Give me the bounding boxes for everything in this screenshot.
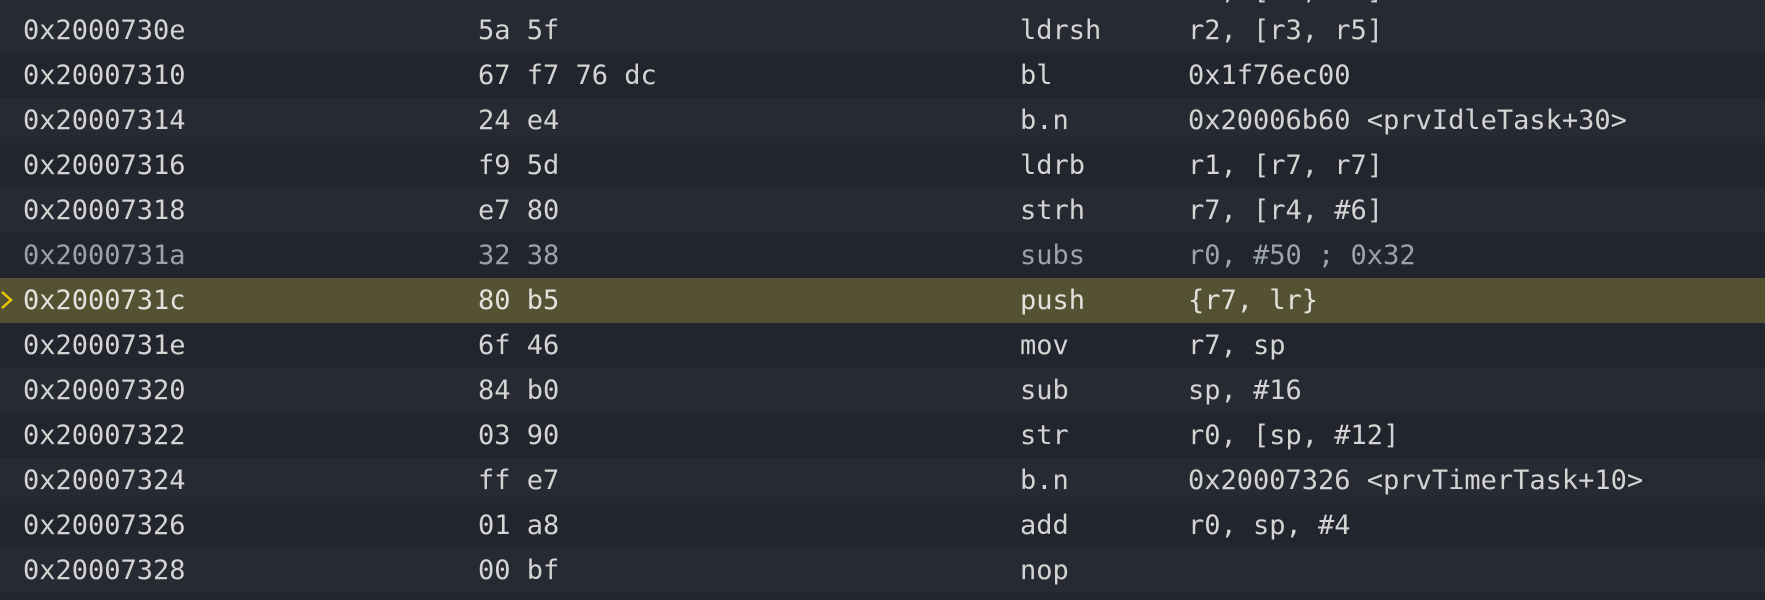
instruction-mnemonic: b.n [1020, 105, 1069, 136]
instruction-bytes: 03 90 [478, 420, 560, 451]
instruction-address: 0x20007328 [23, 555, 186, 586]
instruction-operands: sp, #16 [1188, 375, 1302, 406]
instruction-address: 0x20007318 [23, 195, 186, 226]
instruction-address: 0x2000730e [23, 15, 186, 46]
instruction-operands: 0x1f76ec00 [1188, 60, 1351, 91]
instruction-mnemonic: bl [1020, 60, 1053, 91]
instruction-bytes: 80 b5 [478, 285, 560, 316]
instruction-operands: r7, sp [1188, 330, 1286, 361]
disassembly-rows: 0x2000730e 5a 5f ldrsh r2, [r3, r5] 0x20… [0, 8, 1765, 593]
instruction-bytes: e7 80 [478, 195, 560, 226]
instruction-bytes: 84 b0 [478, 375, 560, 406]
disassembly-row[interactable]: 0x20007322 03 90 str r0, [sp, #12] [0, 413, 1765, 458]
instruction-operands: r0, [sp, #12] [1188, 420, 1400, 451]
instruction-bytes: 24 e4 [478, 105, 560, 136]
instruction-address: 0x20007316 [23, 150, 186, 181]
clipped-row-fragment: r2, [r3, r4] [0, 0, 1765, 8]
instruction-bytes: 00 bf [478, 555, 560, 586]
instruction-mnemonic: ldrsh [1020, 15, 1102, 46]
instruction-mnemonic: sub [1020, 375, 1069, 406]
instruction-address: 0x2000731c [23, 285, 186, 316]
instruction-address: 0x20007322 [23, 420, 186, 451]
disassembly-row[interactable]: 0x20007314 24 e4 b.n 0x20006b60 <prvIdle… [0, 98, 1765, 143]
chevron-right-icon [1, 291, 13, 309]
instruction-address: 0x20007310 [23, 60, 186, 91]
instruction-operands: r0, #50 ; 0x32 [1188, 240, 1416, 271]
instruction-bytes: 32 38 [478, 240, 560, 271]
disassembly-row[interactable]: 0x2000730e 5a 5f ldrsh r2, [r3, r5] [0, 8, 1765, 53]
instruction-address: 0x20007324 [23, 465, 186, 496]
instruction-mnemonic: push [1020, 285, 1086, 316]
instruction-mnemonic: add [1020, 510, 1069, 541]
instruction-operands: 0x20007326 <prvTimerTask+10> [1188, 465, 1644, 496]
instruction-address: 0x20007314 [23, 105, 186, 136]
instruction-mnemonic: nop [1020, 555, 1069, 586]
instruction-operands: 0x20006b60 <prvIdleTask+30> [1188, 105, 1627, 136]
instruction-operands: r0, sp, #4 [1188, 510, 1351, 541]
disassembly-row[interactable]: 0x20007320 84 b0 sub sp, #16 [0, 368, 1765, 413]
instruction-operands: {r7, lr} [1188, 285, 1319, 316]
instruction-bytes: 67 f7 76 dc [478, 60, 657, 91]
disassembly-row[interactable]: 0x2000731e 6f 46 mov r7, sp [0, 323, 1765, 368]
disassembly-row[interactable]: 0x20007310 67 f7 76 dc bl 0x1f76ec00 [0, 53, 1765, 98]
instruction-mnemonic: mov [1020, 330, 1069, 361]
current-instruction-row[interactable]: 0x2000731c 80 b5 push {r7, lr} [0, 278, 1765, 323]
disassembly-row[interactable]: 0x20007328 00 bf nop [0, 548, 1765, 593]
instruction-bytes: 6f 46 [478, 330, 560, 361]
instruction-operands: r2, [r3, r5] [1188, 15, 1384, 46]
disassembly-row[interactable]: 0x2000731a 32 38 subs r0, #50 ; 0x32 [0, 233, 1765, 278]
disassembly-row[interactable]: 0x20007318 e7 80 strh r7, [r4, #6] [0, 188, 1765, 233]
instruction-operands: r1, [r7, r7] [1188, 150, 1384, 181]
instruction-address: 0x20007326 [23, 510, 186, 541]
instruction-bytes: 5a 5f [478, 15, 560, 46]
instruction-address: 0x2000731a [23, 240, 186, 271]
instruction-mnemonic: ldrb [1020, 150, 1086, 181]
instruction-mnemonic: str [1020, 420, 1069, 451]
instruction-operands: r7, [r4, #6] [1188, 195, 1384, 226]
instruction-bytes: ff e7 [478, 465, 560, 496]
disassembly-view: r2, [r3, r4] 0x2000730e 5a 5f ldrsh r2, … [0, 0, 1765, 600]
disassembly-row[interactable]: 0x20007316 f9 5d ldrb r1, [r7, r7] [0, 143, 1765, 188]
disassembly-row[interactable]: 0x20007326 01 a8 add r0, sp, #4 [0, 503, 1765, 548]
instruction-address: 0x20007320 [23, 375, 186, 406]
instruction-mnemonic: b.n [1020, 465, 1069, 496]
instruction-mnemonic: strh [1020, 195, 1086, 226]
instruction-bytes: f9 5d [478, 150, 560, 181]
instruction-mnemonic: subs [1020, 240, 1086, 271]
disassembly-row[interactable]: 0x20007324 ff e7 b.n 0x20007326 <prvTime… [0, 458, 1765, 503]
instruction-address: 0x2000731e [23, 330, 186, 361]
instruction-bytes: 01 a8 [478, 510, 560, 541]
